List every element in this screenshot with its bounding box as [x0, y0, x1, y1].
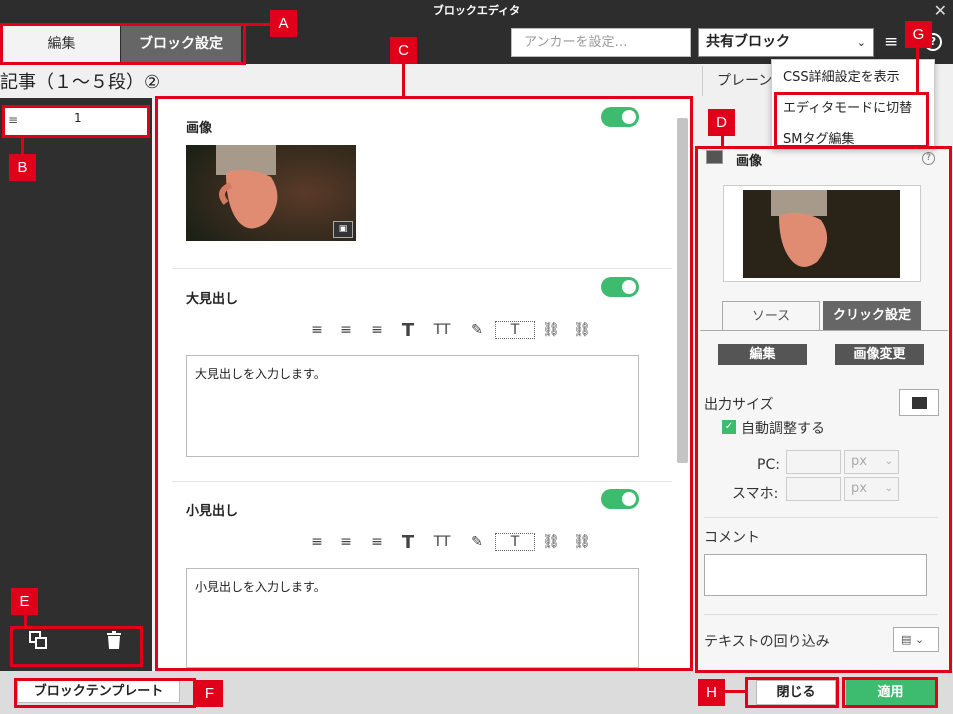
callout-line: [402, 64, 405, 97]
callout-box-a: [0, 23, 246, 65]
callout-line: [246, 23, 270, 26]
callout-label-d: D: [708, 109, 735, 136]
callout-label-b: B: [9, 154, 36, 181]
callout-label-g: G: [905, 21, 932, 48]
window-title: ブロックエディタ: [0, 0, 953, 22]
callout-line: [721, 136, 724, 148]
menu-item-css-settings[interactable]: CSS詳細設定を表示: [783, 66, 900, 85]
close-icon[interactable]: ✕: [934, 0, 947, 22]
callout-line: [24, 614, 27, 628]
callout-label-f: F: [196, 680, 223, 707]
callout-line: [724, 690, 746, 693]
callout-box-b: [2, 105, 150, 138]
callout-box-f: [14, 678, 196, 708]
shared-block-label: 共有ブロック: [706, 34, 790, 50]
callout-line: [916, 46, 919, 92]
callout-box-apply: [842, 677, 938, 708]
callout-label-a: A: [270, 10, 297, 37]
callout-box-c: [155, 96, 693, 671]
chevron-down-icon: ⌄: [856, 36, 866, 49]
callout-label-e: E: [11, 588, 38, 615]
callout-box-d: [695, 146, 952, 673]
menu-icon[interactable]: ≡: [884, 32, 898, 52]
block-sidebar: [0, 98, 152, 671]
callout-label-h: H: [698, 679, 725, 706]
shared-block-select[interactable]: 共有ブロック ⌄: [698, 28, 874, 57]
callout-label-c: C: [390, 37, 417, 64]
anchor-input[interactable]: アンカーを設定…: [511, 28, 691, 57]
callout-box-g: [774, 92, 929, 148]
callout-box-e: [10, 626, 143, 667]
callout-line: [21, 138, 24, 154]
callout-box-h: [745, 677, 839, 708]
page-title: 記事（１～５段）②: [0, 72, 161, 93]
